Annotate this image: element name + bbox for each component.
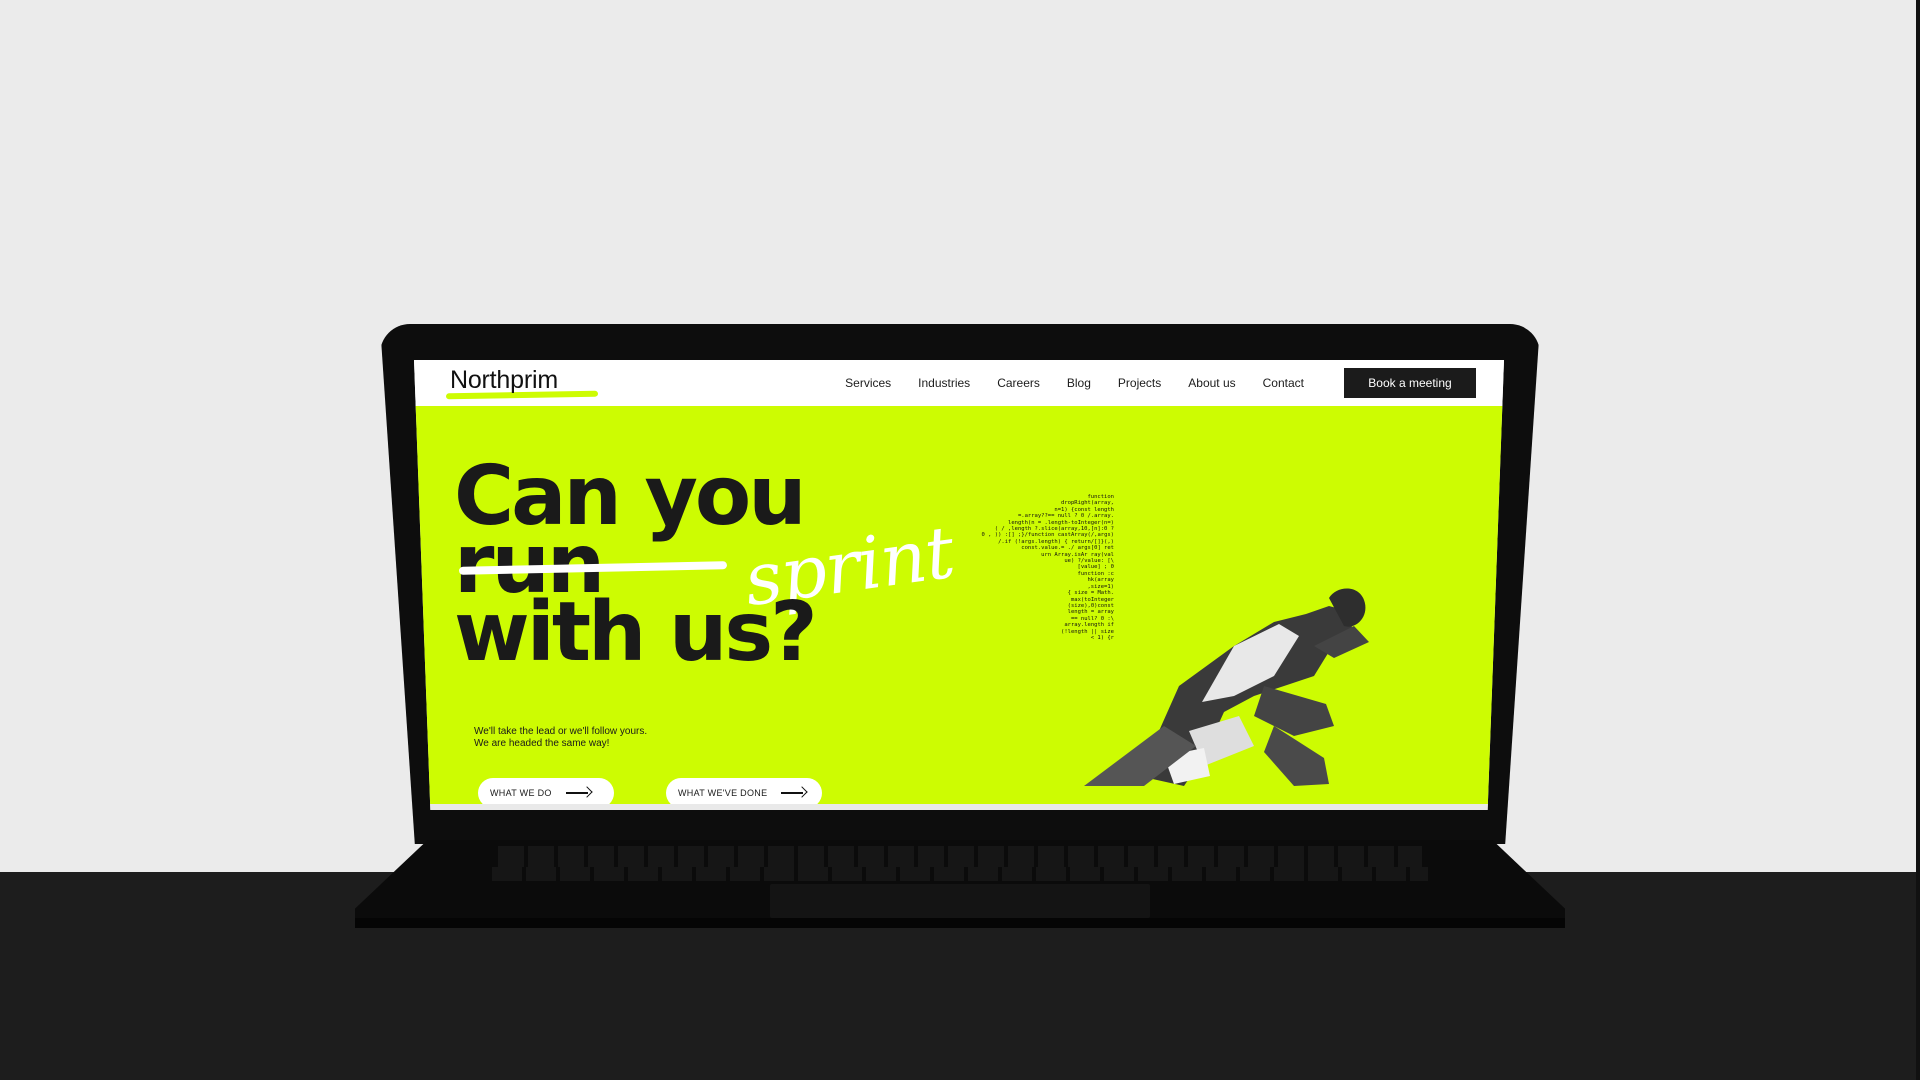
sprinter-image: [1084, 588, 1369, 786]
nav-blog[interactable]: Blog: [1067, 376, 1091, 390]
site-header: Northprim Services Industries Careers Bl…: [414, 360, 1504, 406]
nav-about-us[interactable]: About us: [1188, 376, 1235, 390]
what-weve-done-label: WHAT WE'VE DONE: [678, 788, 768, 798]
headline-line-3: with us?: [454, 585, 818, 680]
frame-edge: [1916, 0, 1920, 1080]
hero-section: Can you run sprint with us? function dro…: [414, 406, 1504, 808]
hero-subtitle-line-1: We'll take the lead or we'll follow your…: [474, 726, 648, 737]
trackpad: [770, 884, 1150, 918]
laptop-base-edge: [355, 918, 1565, 928]
nav-services[interactable]: Services: [845, 376, 891, 390]
arrow-right-icon: [781, 788, 807, 798]
main-nav: Services Industries Careers Blog Project…: [845, 376, 1304, 390]
hero-bottom-edge: [414, 804, 1504, 810]
nav-industries[interactable]: Industries: [918, 376, 970, 390]
laptop-screen: Northprim Services Industries Careers Bl…: [414, 360, 1504, 810]
arrow-right-icon: [565, 788, 592, 798]
nav-contact[interactable]: Contact: [1263, 376, 1304, 390]
book-meeting-button[interactable]: Book a meeting: [1344, 368, 1476, 398]
hero-subtitle: We'll take the lead or we'll follow your…: [474, 726, 647, 750]
nav-careers[interactable]: Careers: [997, 376, 1040, 390]
site-logo[interactable]: Northprim: [450, 366, 558, 395]
nav-projects[interactable]: Projects: [1118, 376, 1161, 390]
what-we-do-label: WHAT WE DO: [490, 788, 552, 798]
hero-subtitle-line-2: We are headed the same way!: [474, 738, 610, 749]
keyboard-row: [492, 867, 1428, 881]
